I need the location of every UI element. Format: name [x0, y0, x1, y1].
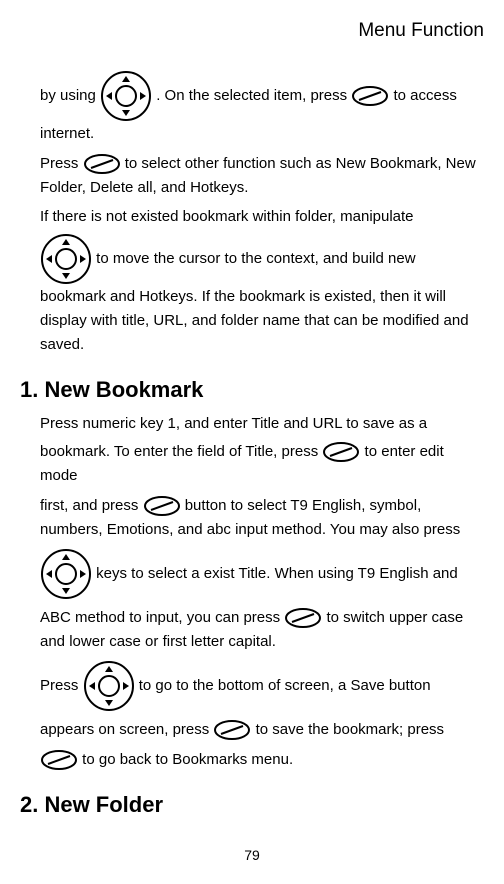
- paragraph: ABC method to input, you can press to sw…: [40, 606, 484, 654]
- text: Press: [40, 677, 83, 694]
- ellipse-button-icon: [284, 607, 322, 629]
- ellipse-button-icon: [351, 85, 389, 107]
- text: . On the selected item, press: [156, 87, 351, 104]
- text: keys to select a exist Title. When using…: [96, 565, 458, 582]
- page-number: 79: [20, 846, 484, 866]
- ellipse-button-icon: [40, 749, 78, 771]
- paragraph: Press to go to the bottom of screen, a S…: [40, 660, 484, 712]
- text: to go to the bottom of screen, a Save bu…: [139, 677, 431, 694]
- paragraph: If there is not existed bookmark within …: [40, 206, 484, 227]
- paragraph: Press to select other function such as N…: [40, 152, 484, 200]
- text: ABC method to input, you can press: [40, 609, 284, 626]
- header-title: Menu Function: [358, 20, 484, 41]
- text: to save the bookmark; press: [256, 721, 444, 738]
- main-content: by using . On the selected item, press t…: [20, 70, 484, 822]
- page-number-text: 79: [244, 847, 260, 863]
- nav-circle-icon: [40, 548, 92, 600]
- paragraph: bookmark. To enter the field of Title, p…: [40, 440, 484, 488]
- section-heading-new-folder: 2. New Folder: [20, 790, 484, 821]
- nav-circle-icon: [83, 660, 135, 712]
- text: appears on screen, press: [40, 721, 213, 738]
- paragraph: to go back to Bookmarks menu.: [40, 748, 484, 772]
- nav-circle-icon: [100, 70, 152, 122]
- paragraph: Press numeric key 1, and enter Title and…: [40, 413, 484, 434]
- ellipse-button-icon: [83, 153, 121, 175]
- ellipse-button-icon: [213, 719, 251, 741]
- text: Press: [40, 155, 83, 172]
- text: first, and press: [40, 497, 143, 514]
- document-page: Menu Function by using . On the selected…: [0, 0, 504, 884]
- paragraph: appears on screen, press to save the boo…: [40, 718, 484, 742]
- nav-circle-icon: [40, 233, 92, 285]
- paragraph: first, and press button to select T9 Eng…: [40, 494, 484, 542]
- heading-text: 1. New Bookmark: [20, 377, 203, 402]
- page-header: Menu Function: [20, 18, 484, 45]
- text: to move the cursor to the context, and b…: [40, 250, 469, 353]
- paragraph: to move the cursor to the context, and b…: [40, 233, 484, 357]
- text: to go back to Bookmarks menu.: [82, 751, 293, 768]
- text: Press numeric key 1, and enter Title and…: [40, 415, 427, 432]
- heading-text: 2. New Folder: [20, 792, 163, 817]
- text: If there is not existed bookmark within …: [40, 208, 414, 225]
- paragraph: keys to select a exist Title. When using…: [40, 548, 484, 600]
- section-heading-new-bookmark: 1. New Bookmark: [20, 375, 484, 406]
- ellipse-button-icon: [322, 441, 360, 463]
- text: by using: [40, 87, 100, 104]
- text: bookmark. To enter the field of Title, p…: [40, 443, 322, 460]
- ellipse-button-icon: [143, 495, 181, 517]
- paragraph: by using . On the selected item, press t…: [40, 70, 484, 146]
